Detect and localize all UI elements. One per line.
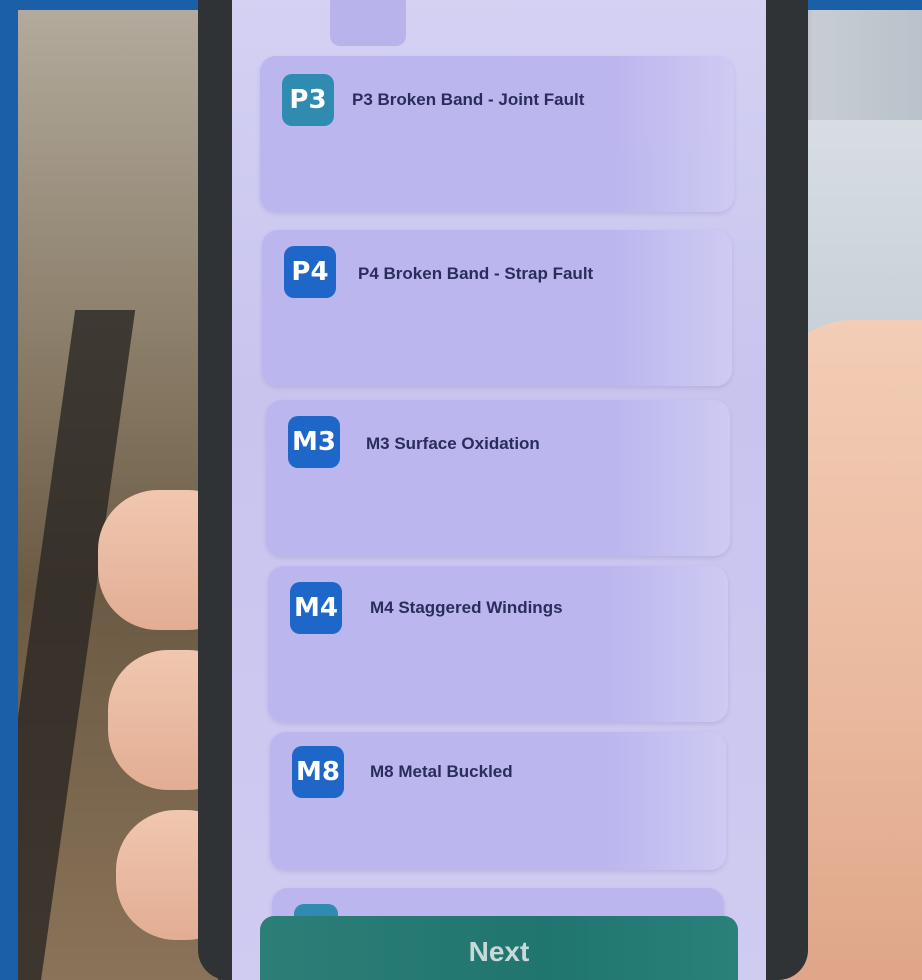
next-button[interactable]: Next (260, 916, 738, 980)
list-item[interactable]: M8 M8 Metal Buckled (270, 732, 726, 870)
phone-screen: P3 P3 Broken Band - Joint Fault P4 P4 Br… (232, 0, 766, 980)
screen-glare (614, 56, 734, 212)
list-item-label: P3 Broken Band - Joint Fault (352, 90, 585, 109)
list-item[interactable]: P4 P4 Broken Band - Strap Fault (262, 230, 732, 386)
next-button-label: Next (468, 936, 530, 967)
screen-top-tab (330, 0, 406, 46)
list-item-label: M3 Surface Oxidation (366, 434, 540, 453)
screen-glare (608, 566, 728, 722)
list-item[interactable]: M3 M3 Surface Oxidation (266, 400, 730, 556)
badge: M3 (288, 416, 340, 468)
badge: P3 (282, 74, 334, 126)
list-item-label: P4 Broken Band - Strap Fault (358, 264, 594, 283)
screen-glare (610, 400, 730, 556)
badge: M4 (290, 582, 342, 634)
screen-glare (606, 732, 726, 870)
list-item-label: M4 Staggered Windings (370, 598, 563, 617)
list-item[interactable]: P3 P3 Broken Band - Joint Fault (260, 56, 734, 212)
list-item[interactable]: M4 M4 Staggered Windings (268, 566, 728, 722)
badge: P4 (284, 246, 336, 298)
screen-glare (612, 230, 732, 386)
badge: M8 (292, 746, 344, 798)
list-item-label: M8 Metal Buckled (370, 762, 513, 781)
